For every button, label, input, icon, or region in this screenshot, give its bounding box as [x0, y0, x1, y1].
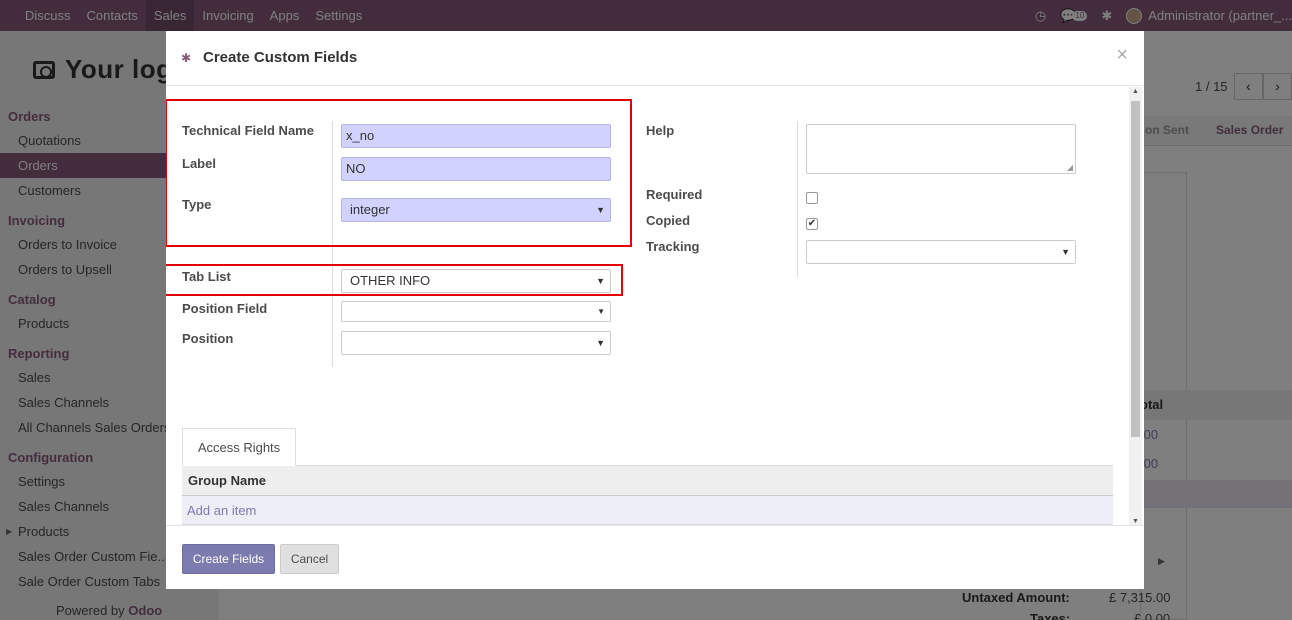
access-rights-table-header: Group Name — [182, 466, 1113, 496]
required-label: Required — [646, 187, 703, 202]
help-label: Help — [646, 123, 675, 138]
dialog-footer: Create Fields Cancel — [166, 525, 1144, 589]
dialog-body: Technical Field Name x_no Label NO Type … — [166, 87, 1144, 525]
required-checkbox[interactable] — [806, 192, 818, 204]
dialog-header: ✱ Create Custom Fields × — [166, 31, 1144, 86]
position-field-label: Position Field — [182, 301, 268, 316]
tab-access-rights[interactable]: Access Rights — [182, 428, 296, 466]
col-group-name[interactable]: Group Name — [188, 473, 266, 488]
create-fields-button[interactable]: Create Fields — [182, 544, 275, 574]
add-item-row[interactable]: Add an item — [182, 496, 1113, 525]
scrollbar-thumb[interactable] — [1131, 101, 1140, 437]
tracking-select[interactable]: ▼ — [806, 240, 1076, 264]
resize-grip-icon[interactable]: ◢ — [1067, 163, 1073, 172]
add-item-link[interactable]: Add an item — [187, 503, 256, 518]
highlight-box-tab-list — [166, 264, 623, 296]
bug-icon: ✱ — [181, 51, 192, 65]
position-field-select[interactable]: ▼ — [341, 301, 611, 322]
scroll-down-icon[interactable]: ▼ — [1132, 518, 1139, 525]
divider — [797, 121, 798, 277]
dialog-scrollbar[interactable]: ▲ ▼ — [1129, 87, 1142, 525]
copied-checkbox[interactable]: ✔ — [806, 218, 818, 230]
position-select[interactable]: ▼ — [341, 331, 611, 355]
close-icon[interactable]: × — [1116, 44, 1128, 67]
scroll-up-icon[interactable]: ▲ — [1132, 88, 1139, 95]
caret-down-icon: ▼ — [597, 307, 605, 316]
highlight-box-main-fields — [166, 99, 632, 247]
help-textarea[interactable]: ◢ — [806, 124, 1076, 174]
dialog-title: Create Custom Fields — [203, 49, 358, 66]
cancel-button[interactable]: Cancel — [280, 544, 339, 574]
tracking-label: Tracking — [646, 239, 700, 254]
position-label: Position — [182, 331, 234, 346]
chevron-down-icon: ▼ — [596, 338, 605, 348]
chevron-down-icon: ▼ — [1061, 247, 1070, 257]
create-custom-fields-dialog: ✱ Create Custom Fields × Technical Field… — [166, 31, 1144, 589]
copied-label: Copied — [646, 213, 691, 228]
